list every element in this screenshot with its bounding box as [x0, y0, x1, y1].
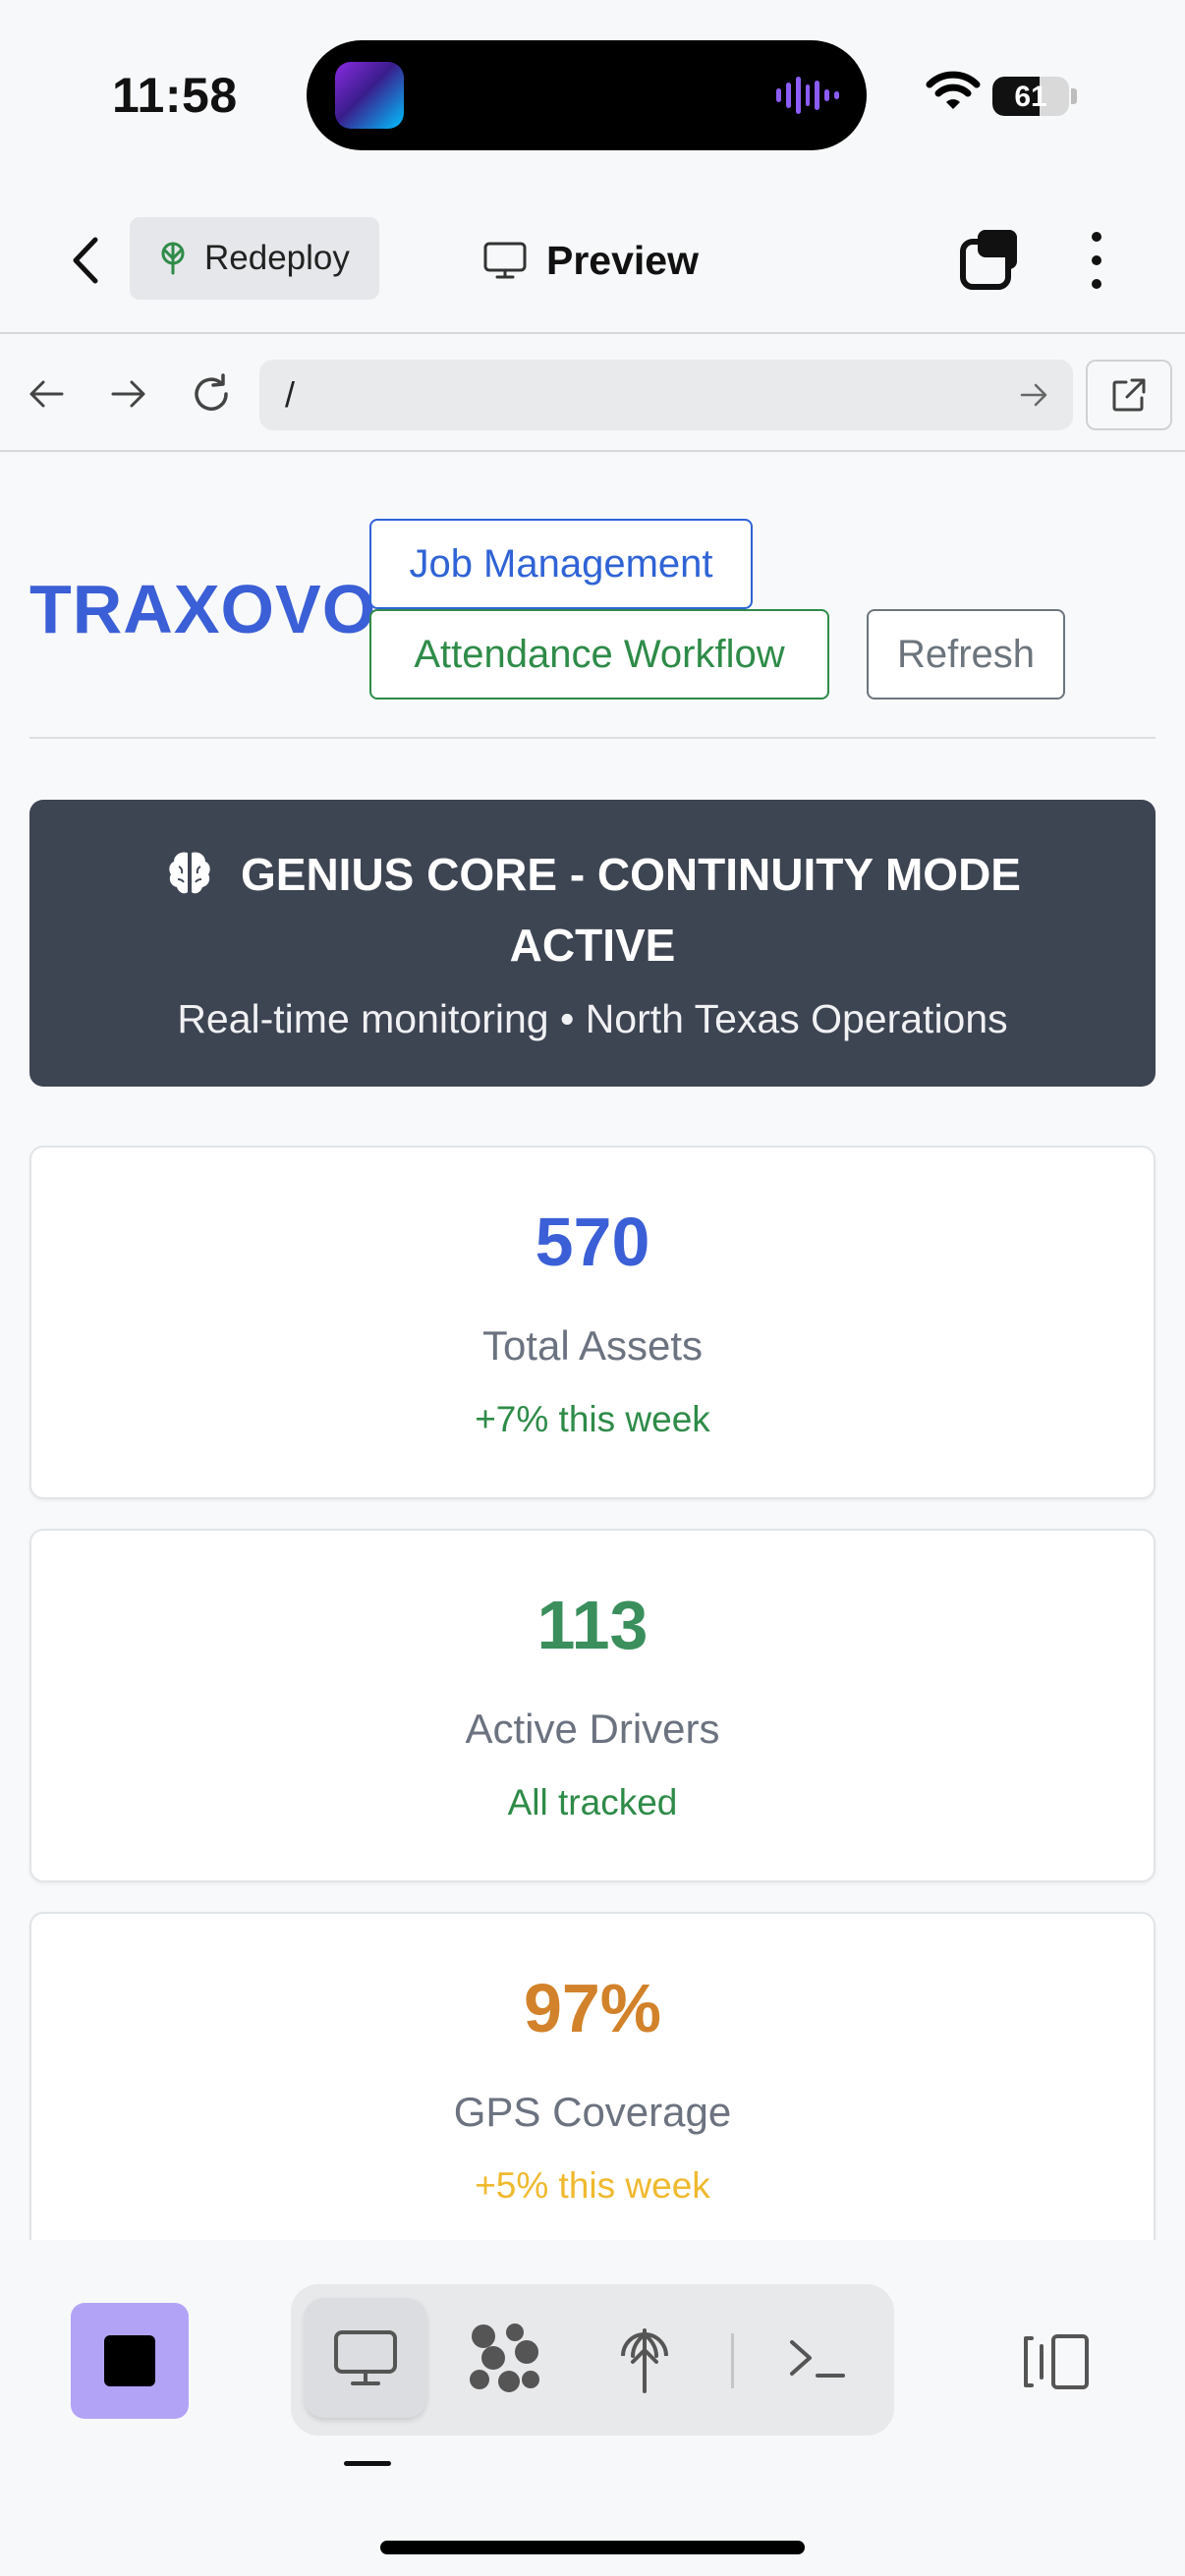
workflow-tool-button[interactable] [444, 2298, 566, 2418]
reload-button[interactable] [187, 369, 236, 419]
url-input[interactable]: / [259, 360, 1073, 430]
chevron-left-icon [73, 237, 98, 284]
home-indicator [380, 2541, 805, 2554]
redeploy-button[interactable]: Redeploy [130, 217, 379, 300]
toolbar-separator [731, 2333, 734, 2388]
brain-icon [169, 852, 210, 894]
terminal-tool-button[interactable] [757, 2298, 878, 2418]
terminal-icon [790, 2340, 845, 2378]
tool-switcher [291, 2284, 894, 2436]
desktop-tool-button[interactable] [305, 2298, 426, 2418]
status-time: 11:58 [112, 68, 238, 123]
open-external-icon [1112, 378, 1146, 412]
stat-card-total-assets: 570 Total Assets +7% this week [29, 1146, 1156, 1499]
more-options-button[interactable] [1077, 226, 1116, 295]
url-bar: / [0, 336, 1185, 452]
nav-back-button[interactable] [22, 369, 71, 419]
stat-value: 570 [535, 1204, 650, 1280]
battery-level: 61 [1014, 81, 1047, 113]
stat-trend: +7% this week [475, 1399, 710, 1439]
deploy-tool-button[interactable] [584, 2298, 705, 2418]
arrow-right-icon [111, 380, 145, 408]
audio-wave-icon [776, 76, 840, 115]
url-value: / [285, 374, 296, 415]
stat-label: GPS Coverage [453, 2089, 732, 2135]
stat-trend: All tracked [507, 1782, 678, 1822]
side-panel-button[interactable] [1016, 2303, 1095, 2421]
status-bar: 11:58 61 [0, 0, 1185, 187]
stat-value: 97% [523, 1970, 662, 2046]
job-management-button[interactable]: Job Management [369, 519, 753, 609]
stat-card-gps-coverage: 97% GPS Coverage +5% this week [29, 1912, 1156, 2240]
stat-card-active-drivers: 113 Active Drivers All tracked [29, 1529, 1156, 1882]
brand-logo-text[interactable]: TRAXOVO [29, 570, 376, 648]
redeploy-label: Redeploy [204, 239, 350, 277]
attendance-workflow-button[interactable]: Attendance Workflow [369, 609, 829, 700]
reload-icon [195, 373, 228, 411]
stat-trend: +5% this week [475, 2165, 710, 2206]
bottom-toolbar [0, 2240, 1185, 2576]
more-vertical-icon [1092, 232, 1101, 242]
stat-value: 113 [536, 1587, 649, 1663]
workflow-icon [470, 2324, 539, 2392]
stat-label: Active Drivers [465, 1706, 720, 1752]
stat-label: Total Assets [481, 1322, 704, 1369]
preview-tab[interactable]: Preview [483, 228, 699, 293]
monitor-icon [483, 242, 527, 279]
open-external-button[interactable] [1086, 360, 1172, 430]
app-header: Redeploy Preview [0, 187, 1185, 334]
wifi-icon [926, 71, 981, 109]
stop-icon [104, 2335, 155, 2386]
header-divider [29, 737, 1156, 739]
deploy-icon [621, 2328, 668, 2393]
dynamic-island[interactable] [307, 40, 867, 150]
nav-forward-button[interactable] [104, 369, 153, 419]
back-button[interactable] [55, 226, 114, 295]
preview-content: TRAXOVO Job Management Attendance Workfl… [0, 454, 1185, 2240]
banner-title-row: GENIUS CORE - CONTINUITY MODE ACTIVE [108, 839, 1077, 980]
banner-title: GENIUS CORE - CONTINUITY MODE ACTIVE [241, 849, 1021, 971]
status-banner: GENIUS CORE - CONTINUITY MODE ACTIVE Rea… [29, 800, 1156, 1087]
go-arrow-icon[interactable] [1018, 375, 1051, 415]
desktop-icon [334, 2330, 397, 2385]
tabs-icon[interactable] [958, 226, 1023, 291]
arrow-left-icon [29, 380, 64, 408]
active-tool-indicator [344, 2461, 391, 2466]
app-icon [335, 62, 404, 129]
banner-subtitle: Real-time monitoring • North Texas Opera… [177, 996, 1008, 1041]
preview-label: Preview [546, 237, 699, 283]
battery-indicator: 61 [992, 77, 1069, 116]
stop-button[interactable] [71, 2303, 189, 2419]
deploy-tree-icon [161, 242, 185, 275]
side-panel-icon [1024, 2334, 1089, 2389]
refresh-button[interactable]: Refresh [867, 609, 1065, 700]
battery-cap [1071, 88, 1077, 104]
